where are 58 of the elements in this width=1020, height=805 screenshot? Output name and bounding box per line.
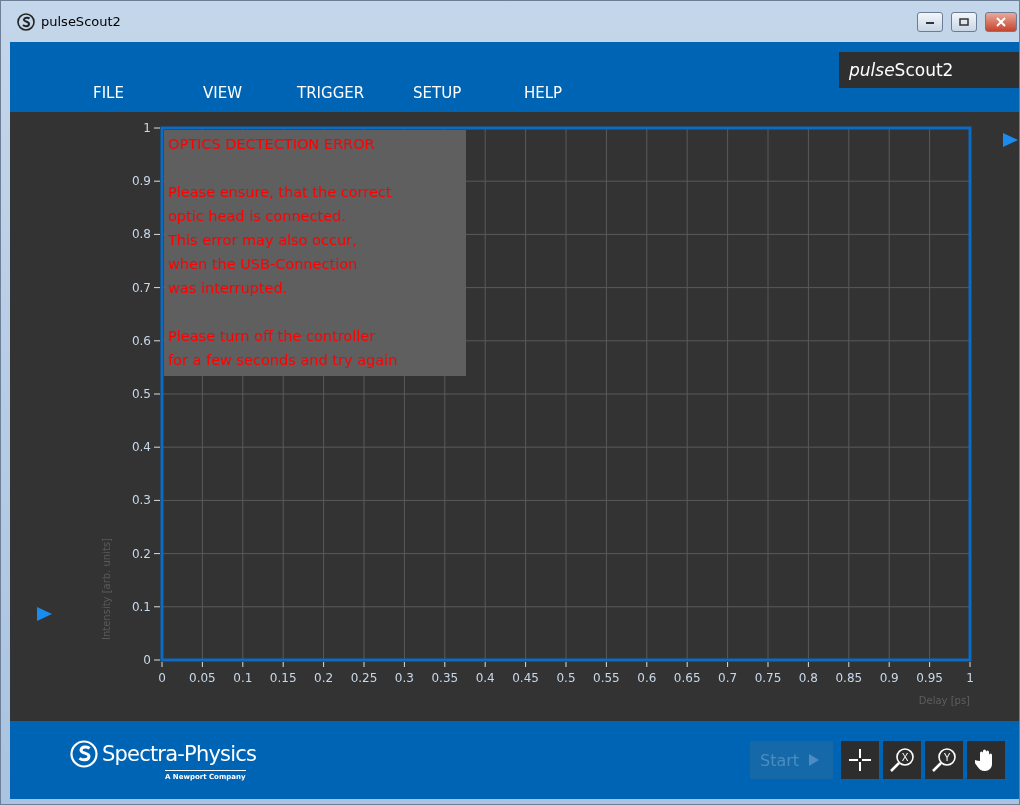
maximize-button[interactable] [951, 11, 977, 32]
minimize-button[interactable] [917, 11, 943, 32]
zoom-button[interactable]: X [883, 741, 921, 779]
x-tick-label: 0.95 [916, 671, 943, 685]
y-tick-label: 0.7 [131, 280, 151, 295]
menu-item[interactable]: SETUP [413, 84, 462, 102]
menu-item[interactable]: TRIGGER [297, 84, 365, 102]
x-tick-label: 0.25 [350, 671, 378, 685]
y-tick-label: 0.9 [131, 174, 151, 189]
window-title: pulseScout2 [41, 14, 122, 29]
x-tick-label: 0.85 [835, 671, 863, 685]
y-tick-label: 0.5 [131, 387, 151, 401]
error-message: Please turn off the controller for a few seconds and try again [168, 327, 399, 370]
x-tick-label: 0.1 [233, 671, 253, 685]
x-tick-label: 0.65 [673, 671, 701, 685]
x-tick-label: 1 [966, 671, 974, 685]
y-tick-label: 0.6 [131, 333, 151, 348]
company-logo-text: Spectra-Physics [102, 741, 257, 766]
y-tick-label: 0.4 [131, 440, 151, 455]
x-tick-label: 0.45 [512, 671, 539, 685]
y-tick-label: 0 [143, 653, 151, 667]
maximize-icon [959, 17, 969, 26]
x-tick-label: 0.4 [475, 671, 495, 685]
menu-item[interactable]: HELP [524, 84, 563, 102]
crosshair-button[interactable] [841, 741, 879, 779]
x-tick-label: 0.5 [556, 671, 576, 685]
x-tick-label: 0 [158, 671, 166, 685]
menu-item[interactable]: VIEW [203, 84, 242, 102]
x-tick-label: 0.35 [431, 671, 459, 685]
crosshair-icon [848, 748, 872, 772]
x-tick-label: 0.6 [637, 671, 657, 685]
x-tick-label: 0.2 [314, 671, 334, 685]
play-marker-icon [37, 607, 52, 621]
menu-item[interactable]: FILE [93, 84, 124, 102]
play-icon [809, 754, 820, 766]
x-tick-label: 0.3 [394, 671, 414, 685]
y-tick-label: 0.1 [131, 599, 151, 614]
x-tick-label: 0.9 [879, 671, 899, 685]
x-tick-label: 0.7 [718, 671, 738, 685]
x-tick-label: 0.75 [754, 671, 782, 685]
close-button[interactable] [985, 11, 1017, 32]
error-message: Please ensure, that the correct optic head is connected. This error may also occur, when the USB-Connection was interrupted. [168, 183, 393, 298]
play-marker-icon [1003, 133, 1018, 147]
x-tick-label: 0.8 [798, 671, 818, 685]
x-tick-label: 0.05 [189, 671, 216, 685]
company-logo-icon [70, 739, 98, 768]
y-tick-label: 0.3 [131, 493, 151, 508]
y-tick-label: 0.2 [131, 546, 151, 561]
x-tick-label: 0.55 [593, 671, 620, 685]
y-tick-label: 1 [143, 121, 151, 135]
close-icon [996, 16, 1006, 27]
app-logo-icon [17, 12, 35, 31]
x-tick-label: 0.15 [269, 671, 297, 685]
y-tick-label: 0.8 [131, 227, 151, 242]
hand-button[interactable] [967, 741, 1005, 779]
app-brand: pulseScout2 [839, 52, 1019, 88]
zoom-button[interactable]: Y [925, 741, 963, 779]
error-title: OPTICS DECTECTION ERROR [168, 135, 376, 154]
